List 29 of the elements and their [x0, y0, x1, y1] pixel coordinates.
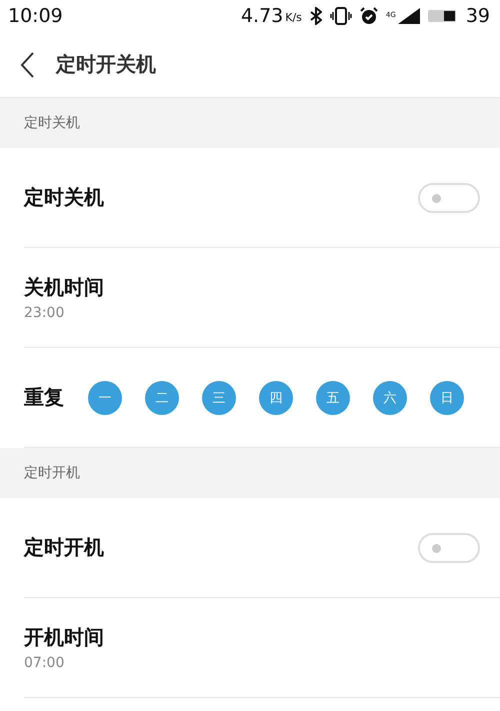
weekday-button[interactable]: 四 — [259, 380, 293, 414]
weekday-button[interactable]: 三 — [202, 380, 236, 414]
section-header: 定时关机 — [0, 98, 500, 148]
setting-label: 关机时间 — [24, 274, 104, 301]
toggle-switch[interactable] — [418, 182, 480, 212]
battery-icon — [428, 8, 458, 24]
setting-label: 开机时间 — [24, 624, 104, 651]
back-icon[interactable] — [20, 52, 34, 78]
signal-icon — [398, 8, 420, 24]
speed-unit: K/s — [285, 11, 302, 24]
weekday-button[interactable]: 一 — [88, 380, 122, 414]
time-value: 07:00 — [24, 655, 66, 671]
battery-level: 39 — [466, 5, 490, 27]
weekday-button[interactable]: 六 — [373, 380, 407, 414]
vibrate-icon — [330, 7, 352, 25]
bluetooth-icon — [310, 7, 322, 25]
time-value: 23:00 — [24, 305, 66, 321]
network-speed: 4.73 — [240, 5, 284, 27]
toggle-switch[interactable] — [418, 532, 480, 562]
section-header: 定时开机 — [0, 448, 500, 498]
page-title: 定时开关机 — [56, 51, 156, 78]
weekday-button[interactable]: 五 — [316, 380, 350, 414]
weekday-button[interactable]: 二 — [145, 380, 179, 414]
alarm-icon — [360, 7, 378, 25]
setting-label: 重复 — [24, 384, 64, 411]
setting-label: 定时关机 — [24, 184, 104, 211]
clock: 10:09 — [8, 5, 63, 27]
setting-label: 定时开机 — [24, 534, 104, 561]
weekday-button[interactable]: 日 — [430, 380, 464, 414]
